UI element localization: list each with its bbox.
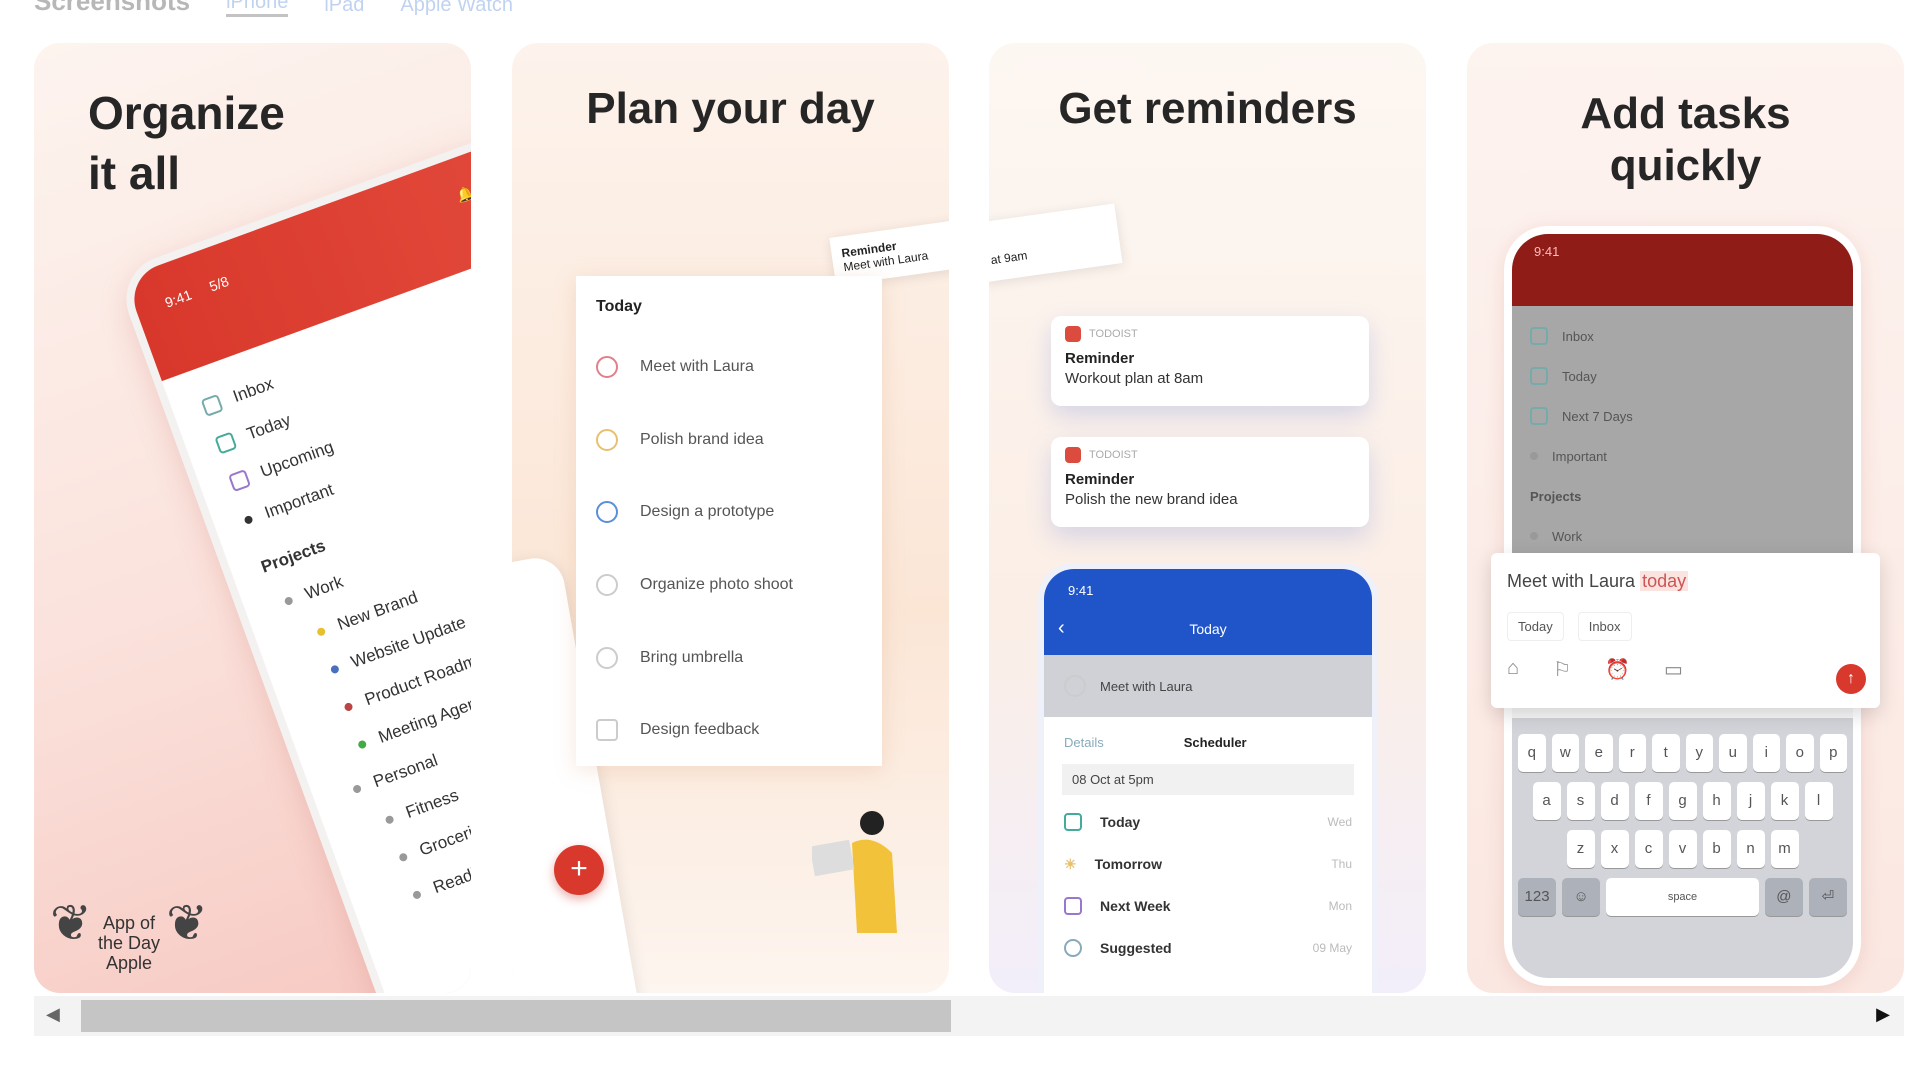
key: o xyxy=(1786,734,1814,772)
todoist-icon xyxy=(1065,326,1081,342)
key: t xyxy=(1652,734,1680,772)
today-list: Today Meet with Laura Polish brand idea … xyxy=(576,276,882,766)
calendar-icon xyxy=(1064,813,1082,831)
phone-mockup: 9:415/8🔔 ⚙ Inbox Today Upcoming Importan… xyxy=(114,129,471,993)
key: q xyxy=(1518,734,1546,772)
scroll-right-arrow-icon[interactable]: ▶ xyxy=(1876,1004,1890,1025)
screenshot-plan-day[interactable]: Plan your day + Reminder Meet with Laura … xyxy=(512,43,949,993)
card-title: Get reminders xyxy=(1058,84,1357,133)
comment-icon: ▭ xyxy=(1663,659,1683,681)
key: s xyxy=(1566,782,1595,820)
key: h xyxy=(1702,782,1731,820)
calendar-icon xyxy=(214,431,238,455)
key: g xyxy=(1668,782,1697,820)
keyboard: qwertyuiopasdfghjklzxcvbnm 123 ☺ space @ ⏎ xyxy=(1512,718,1853,978)
key: v xyxy=(1668,830,1697,868)
key: c xyxy=(1634,830,1663,868)
sun-icon: ☀ xyxy=(1064,855,1077,872)
phone-mockup: 9:41 ‹ Today Meet with Laura Details Schedu… xyxy=(1038,563,1378,993)
key: j xyxy=(1736,782,1765,820)
tag-icon xyxy=(243,514,254,525)
person-illustration xyxy=(812,811,897,933)
todoist-icon xyxy=(1065,447,1081,463)
key: e xyxy=(1585,734,1613,772)
flag-icon: ⚐ xyxy=(1553,659,1572,681)
notification: TODOIST Reminder Workout plan at 8am xyxy=(1051,316,1369,406)
key: d xyxy=(1600,782,1629,820)
key: y xyxy=(1685,734,1713,772)
card-title: Add tasks quickly xyxy=(1580,89,1791,190)
suggest-icon xyxy=(1064,939,1082,957)
add-task-icon: + xyxy=(554,845,604,895)
card-title: Organize it all xyxy=(88,87,285,199)
key: k xyxy=(1770,782,1799,820)
calendar-icon xyxy=(228,469,252,493)
chip-inbox: Inbox xyxy=(1577,612,1632,641)
task-item: Design a prototype xyxy=(596,501,774,523)
card-title: Plan your day xyxy=(586,84,875,133)
notification: TODOIST Reminder Polish the new brand ide… xyxy=(1051,437,1369,527)
key: x xyxy=(1600,830,1629,868)
list-title: Today xyxy=(596,298,642,315)
send-icon: ↑ xyxy=(1836,664,1866,694)
laurel-icon: ❦ xyxy=(166,895,208,951)
bell-icon: 🔔 ⚙ xyxy=(454,178,471,205)
task-item: Bring umbrella xyxy=(596,647,743,669)
key: r xyxy=(1618,734,1646,772)
task-item: Meet with Laura xyxy=(596,356,754,378)
key: p xyxy=(1819,734,1847,772)
key: w xyxy=(1551,734,1579,772)
label-icon: ⌂ xyxy=(1507,657,1520,679)
tab-ipad[interactable]: iPad xyxy=(324,0,364,17)
key: f xyxy=(1634,782,1663,820)
task-item: Design feedback xyxy=(596,719,759,741)
task-item: Polish brand idea xyxy=(596,429,764,451)
key: l xyxy=(1804,782,1833,820)
task-item: Organize photo shoot xyxy=(596,574,793,596)
key: n xyxy=(1736,830,1765,868)
screenshot-add-tasks[interactable]: Add tasks quickly 9:41 Inbox Today Next 7… xyxy=(1467,43,1904,993)
tab-apple-watch[interactable]: Apple Watch xyxy=(400,0,513,17)
calendar-icon xyxy=(1064,897,1082,915)
reminder-icon: ⏰ xyxy=(1605,659,1630,681)
key: u xyxy=(1719,734,1747,772)
section-header: Screenshots iPhone iPad Apple Watch xyxy=(34,0,513,17)
screenshot-organize[interactable]: Organizeit all 9:415/8🔔 ⚙ Inbox Today Up… xyxy=(34,43,471,993)
key: m xyxy=(1770,830,1799,868)
notification: at 9am xyxy=(989,203,1123,283)
horizontal-scrollbar[interactable]: ◀ ▶ xyxy=(34,996,1904,1036)
calendar-icon xyxy=(1530,367,1548,385)
scroll-left-arrow-icon[interactable]: ◀ xyxy=(46,1004,60,1025)
inbox-icon xyxy=(200,393,224,417)
key: a xyxy=(1532,782,1561,820)
tab-iphone[interactable]: iPhone xyxy=(226,0,289,17)
key: i xyxy=(1752,734,1780,772)
chip-today: Today xyxy=(1507,612,1564,641)
key: b xyxy=(1702,830,1731,868)
scrollbar-thumb[interactable] xyxy=(81,1000,952,1032)
section-title: Screenshots xyxy=(34,0,191,16)
key: z xyxy=(1566,830,1595,868)
inbox-icon xyxy=(1530,327,1548,345)
app-of-the-day-badge: ❦ ❦ App of the Day Apple xyxy=(50,895,208,973)
quick-add-panel: Meet with Laura today Today Inbox ⌂ ⚐ ⏰ ▭ ↑ xyxy=(1491,553,1880,708)
screenshot-reminders[interactable]: Get reminders at 9am TODOIST Reminder Wor… xyxy=(989,43,1426,993)
laurel-icon: ❦ xyxy=(50,895,92,951)
calendar-icon xyxy=(1530,407,1548,425)
